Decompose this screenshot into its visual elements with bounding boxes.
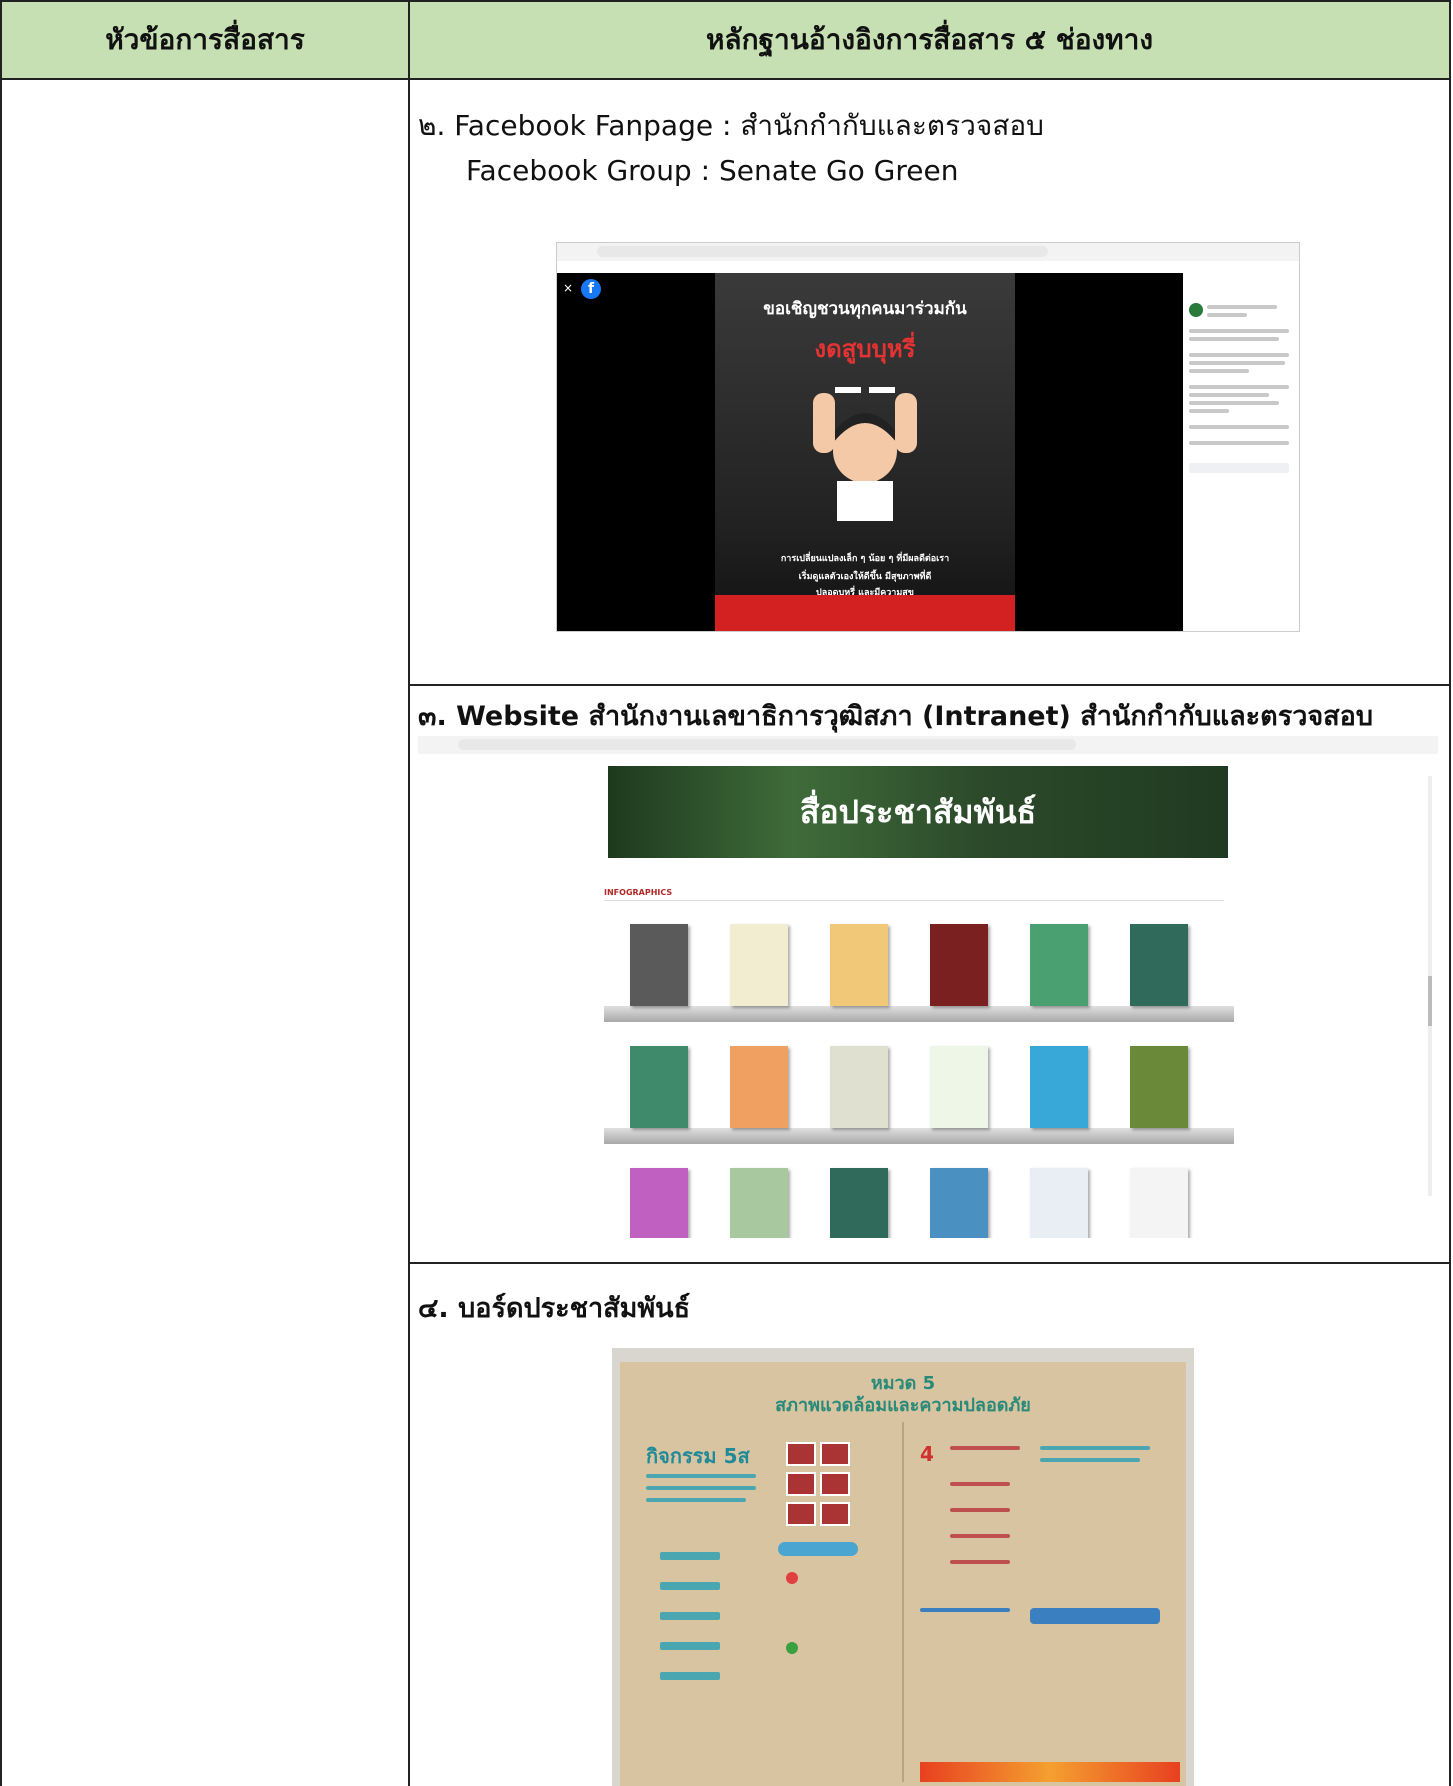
infographics-label: INFOGRAPHICS bbox=[604, 888, 673, 897]
infographic-thumb[interactable] bbox=[630, 924, 688, 1006]
shelf-1 bbox=[604, 1006, 1234, 1022]
infographic-thumb[interactable] bbox=[730, 1046, 788, 1128]
evidence-table: หัวข้อการสื่อสาร หลักฐานอ้างอิงการสื่อสา… bbox=[0, 0, 1451, 1786]
intranet-screenshot: สื่อประชาสัมพันธ์ INFOGRAPHICS bbox=[418, 736, 1438, 1238]
fire-strip bbox=[920, 1762, 1180, 1782]
section4-title: ๔. บอร์ดประชาสัมพันธ์ bbox=[418, 1293, 691, 1324]
poster-footer bbox=[715, 595, 1015, 631]
address-bar-2 bbox=[458, 739, 1076, 750]
pr-board: หมวด 5 สภาพแวดล้อมและความปลอดภัย กิจกรรม… bbox=[620, 1362, 1186, 1786]
infographic-thumb[interactable] bbox=[830, 1046, 888, 1128]
photo-viewer: f × ขอเชิญชวนทุกคนมาร่วมกัน งดสูบบุหรี่ … bbox=[557, 273, 1183, 631]
infographic-thumb[interactable] bbox=[1130, 1168, 1188, 1238]
infographic-thumb[interactable] bbox=[1030, 1168, 1088, 1238]
header-evidence-label: หลักฐานอ้างอิงการสื่อสาร ๕ ช่องทาง bbox=[705, 23, 1154, 56]
poster-line-1: การเปลี่ยนแปลงเล็ก ๆ น้อย ๆ ที่มีผลดีต่อ… bbox=[780, 554, 950, 564]
header-topic-label: หัวข้อการสื่อสาร bbox=[105, 23, 305, 56]
scrollbar-thumb[interactable] bbox=[1428, 976, 1432, 1026]
section2-line1: ๒. Facebook Fanpage : สำนักกำกับและตรวจส… bbox=[418, 109, 1044, 142]
infographic-thumb[interactable] bbox=[930, 924, 988, 1006]
row-divider-2 bbox=[408, 1262, 1451, 1264]
cross-icon bbox=[786, 1572, 798, 1584]
browser-toolbar-2 bbox=[418, 736, 1438, 754]
child-illustration bbox=[813, 387, 917, 521]
facebook-logo-icon: f bbox=[581, 279, 601, 299]
infographic-thumb[interactable] bbox=[1030, 924, 1088, 1006]
page-avatar bbox=[1189, 303, 1203, 317]
board-badge bbox=[778, 1542, 858, 1556]
header-evidence: หลักฐานอ้างอิงการสื่อสาร ๕ ช่องทาง bbox=[408, 0, 1451, 80]
infographic-thumb[interactable] bbox=[830, 924, 888, 1006]
board-banner-right bbox=[1030, 1608, 1160, 1624]
infographic-thumb[interactable] bbox=[630, 1168, 688, 1238]
infographic-thumb[interactable] bbox=[830, 1168, 888, 1238]
infographic-thumb[interactable] bbox=[730, 1168, 788, 1238]
infographic-thumb[interactable] bbox=[930, 1046, 988, 1128]
shelf-2 bbox=[604, 1128, 1234, 1144]
address-bar bbox=[597, 246, 1049, 257]
infographics-rule bbox=[604, 900, 1224, 901]
border-middle bbox=[408, 80, 410, 1786]
infographic-thumb[interactable] bbox=[1030, 1046, 1088, 1128]
infographic-thumb[interactable] bbox=[630, 1046, 688, 1128]
infographic-thumb[interactable] bbox=[1130, 1046, 1188, 1128]
scrollbar[interactable] bbox=[1428, 776, 1432, 1196]
section2-line2: Facebook Group : Senate Go Green bbox=[466, 154, 959, 187]
border-left bbox=[0, 80, 2, 1786]
post-sidebar bbox=[1183, 273, 1299, 631]
board-divider bbox=[902, 1422, 904, 1782]
poster-headline: งดสูบบุหรี่ bbox=[814, 335, 916, 363]
poster-line-2: เริ่มดูแลตัวเองให้ดีขึ้น มีสุขภาพที่ดี bbox=[798, 572, 932, 582]
infographic-thumb[interactable] bbox=[930, 1168, 988, 1238]
facebook-screenshot: f × ขอเชิญชวนทุกคนมาร่วมกัน งดสูบบุหรี่ … bbox=[556, 242, 1300, 632]
browser-toolbar bbox=[557, 243, 1299, 261]
infographic-thumb[interactable] bbox=[730, 924, 788, 1006]
close-icon: × bbox=[563, 281, 574, 295]
board-title-2: สภาพแวดล้อมและความปลอดภัย bbox=[775, 1395, 1031, 1416]
border-right bbox=[1449, 80, 1451, 1786]
row-divider-1 bbox=[408, 684, 1451, 686]
pr-board-photo: หมวด 5 สภาพแวดล้อมและความปลอดภัย กิจกรรม… bbox=[612, 1348, 1194, 1786]
pr-banner: สื่อประชาสัมพันธ์ bbox=[608, 766, 1228, 858]
poster-title: ขอเชิญชวนทุกคนมาร่วมกัน bbox=[763, 299, 967, 319]
header-topic: หัวข้อการสื่อสาร bbox=[0, 0, 410, 80]
board-number: 4 bbox=[920, 1442, 934, 1466]
check-icon bbox=[786, 1642, 798, 1654]
no-smoking-poster: ขอเชิญชวนทุกคนมาร่วมกัน งดสูบบุหรี่ การเ… bbox=[715, 273, 1015, 631]
infographic-thumb[interactable] bbox=[1130, 924, 1188, 1006]
board-left-title: กิจกรรม 5ส bbox=[646, 1444, 750, 1468]
section3-title: ๓. Website สำนักงานเลขาธิการวุฒิสภา (Int… bbox=[418, 701, 1374, 732]
